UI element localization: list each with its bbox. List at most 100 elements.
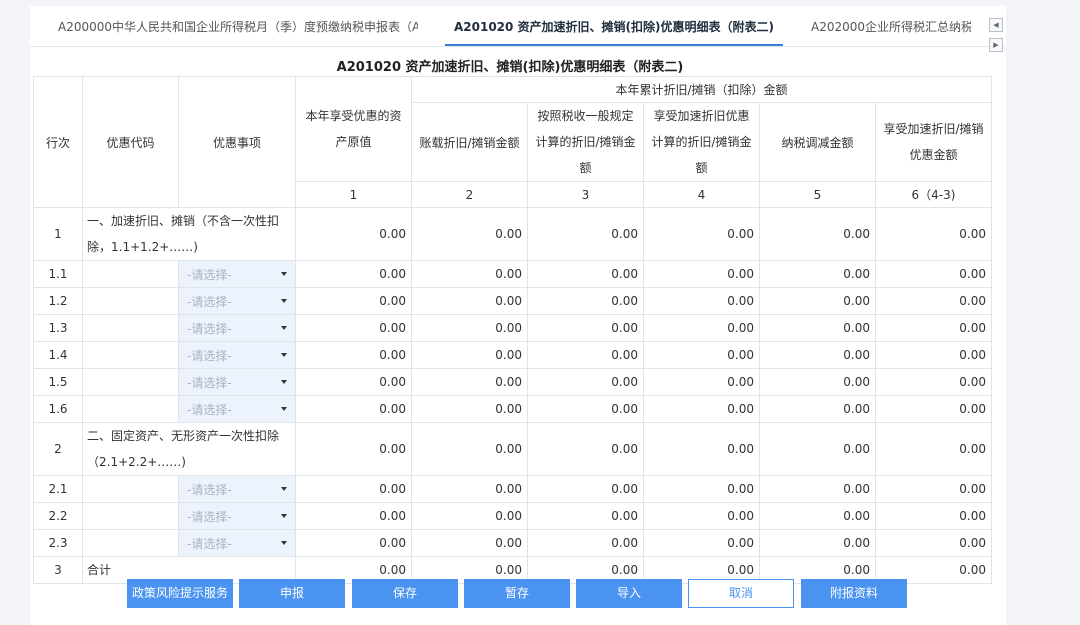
value-cell[interactable]: 0.00 [759,314,876,342]
tab-a201020[interactable]: A201020 资产加速折旧、摊销(扣除)优惠明细表（附表二) [445,6,783,46]
value-cell[interactable]: 0.00 [527,422,644,476]
value-cell[interactable]: 0.00 [527,207,644,261]
value-cell[interactable]: 0.00 [643,502,760,530]
value-cell[interactable]: 0.00 [759,422,876,476]
value-cell[interactable]: 0.00 [759,368,876,396]
value-cell[interactable]: 0.00 [759,260,876,288]
code-cell[interactable] [82,341,179,369]
value-cell[interactable]: 0.00 [643,287,760,315]
value-cell[interactable]: 0.00 [295,395,412,423]
value-cell[interactable]: 0.00 [527,260,644,288]
value-cell[interactable]: 0.00 [759,475,876,503]
tab-a200000[interactable]: A200000中华人民共和国企业所得税月（季）度预缴纳税申报表（A类) [58,6,418,46]
value-cell[interactable]: 0.00 [411,341,528,369]
value-cell[interactable]: 0.00 [527,475,644,503]
import-button[interactable]: 导入 [576,579,682,608]
value-cell[interactable]: 0.00 [295,529,412,557]
value-cell[interactable]: 0.00 [875,422,992,476]
value-cell[interactable]: 0.00 [759,502,876,530]
value-cell[interactable]: 0.00 [875,287,992,315]
value-cell[interactable]: 0.00 [875,341,992,369]
value-cell[interactable]: 0.00 [643,368,760,396]
value-cell[interactable]: 0.00 [875,368,992,396]
value-cell[interactable]: 0.00 [875,475,992,503]
value-cell[interactable]: 0.00 [527,529,644,557]
value-cell[interactable]: 0.00 [295,368,412,396]
value-cell[interactable]: 0.00 [411,395,528,423]
value-cell[interactable]: 0.00 [527,502,644,530]
value-cell[interactable]: 0.00 [643,207,760,261]
row-number: 2 [33,422,83,476]
row-number: 2.1 [33,475,83,503]
value-cell[interactable]: 0.00 [643,529,760,557]
value-cell[interactable]: 0.00 [759,207,876,261]
value-cell[interactable]: 0.00 [295,502,412,530]
code-cell[interactable] [82,529,179,557]
item-select[interactable]: -请选择- [178,502,296,530]
value-cell[interactable]: 0.00 [527,314,644,342]
header-num-6: 6（4-3) [875,181,992,208]
value-cell[interactable]: 0.00 [411,368,528,396]
item-select[interactable]: -请选择- [178,475,296,503]
value-cell[interactable]: 0.00 [875,260,992,288]
temp-save-button[interactable]: 暂存 [464,579,570,608]
value-cell[interactable]: 0.00 [759,395,876,423]
value-cell[interactable]: 0.00 [527,341,644,369]
value-cell[interactable]: 0.00 [411,529,528,557]
value-cell[interactable]: 0.00 [411,287,528,315]
value-cell[interactable]: 0.00 [875,502,992,530]
value-cell[interactable]: 0.00 [875,395,992,423]
item-select[interactable]: -请选择- [178,341,296,369]
value-cell[interactable]: 0.00 [527,287,644,315]
value-cell[interactable]: 0.00 [411,502,528,530]
attach-docs-button[interactable]: 附报资料 [801,579,907,608]
value-cell[interactable]: 0.00 [295,207,412,261]
value-cell[interactable]: 0.00 [643,260,760,288]
code-cell[interactable] [82,260,179,288]
policy-risk-button[interactable]: 政策风险提示服务 [127,579,233,608]
value-cell[interactable]: 0.00 [759,341,876,369]
item-select[interactable]: -请选择- [178,368,296,396]
value-cell[interactable]: 0.00 [295,314,412,342]
code-cell[interactable] [82,368,179,396]
item-select[interactable]: -请选择- [178,260,296,288]
value-cell[interactable]: 0.00 [411,207,528,261]
value-cell[interactable]: 0.00 [875,529,992,557]
value-cell[interactable]: 0.00 [643,422,760,476]
code-cell[interactable] [82,395,179,423]
code-cell[interactable] [82,475,179,503]
save-button[interactable]: 保存 [352,579,458,608]
tab-a202000[interactable]: A202000企业所得税汇总纳税分 [811,6,971,46]
value-cell[interactable]: 0.00 [875,207,992,261]
item-select[interactable]: -请选择- [178,529,296,557]
scroll-right-icon[interactable]: ▶ [989,38,1003,52]
value-cell[interactable]: 0.00 [759,287,876,315]
value-cell[interactable]: 0.00 [295,341,412,369]
item-select[interactable]: -请选择- [178,287,296,315]
value-cell[interactable]: 0.00 [411,314,528,342]
code-cell[interactable] [82,502,179,530]
caret-down-icon [281,272,287,276]
value-cell[interactable]: 0.00 [643,475,760,503]
value-cell[interactable]: 0.00 [527,395,644,423]
item-select[interactable]: -请选择- [178,314,296,342]
value-cell[interactable]: 0.00 [295,422,412,476]
code-cell[interactable] [82,314,179,342]
item-select[interactable]: -请选择- [178,395,296,423]
declare-button[interactable]: 申报 [239,579,345,608]
value-cell[interactable]: 0.00 [411,260,528,288]
value-cell[interactable]: 0.00 [759,529,876,557]
value-cell[interactable]: 0.00 [643,395,760,423]
value-cell[interactable]: 0.00 [643,314,760,342]
value-cell[interactable]: 0.00 [527,368,644,396]
value-cell[interactable]: 0.00 [875,314,992,342]
scroll-left-icon[interactable]: ◀ [989,18,1003,32]
cancel-button[interactable]: 取消 [688,579,794,608]
value-cell[interactable]: 0.00 [411,422,528,476]
value-cell[interactable]: 0.00 [295,260,412,288]
value-cell[interactable]: 0.00 [295,287,412,315]
code-cell[interactable] [82,287,179,315]
value-cell[interactable]: 0.00 [411,475,528,503]
value-cell[interactable]: 0.00 [295,475,412,503]
value-cell[interactable]: 0.00 [643,341,760,369]
